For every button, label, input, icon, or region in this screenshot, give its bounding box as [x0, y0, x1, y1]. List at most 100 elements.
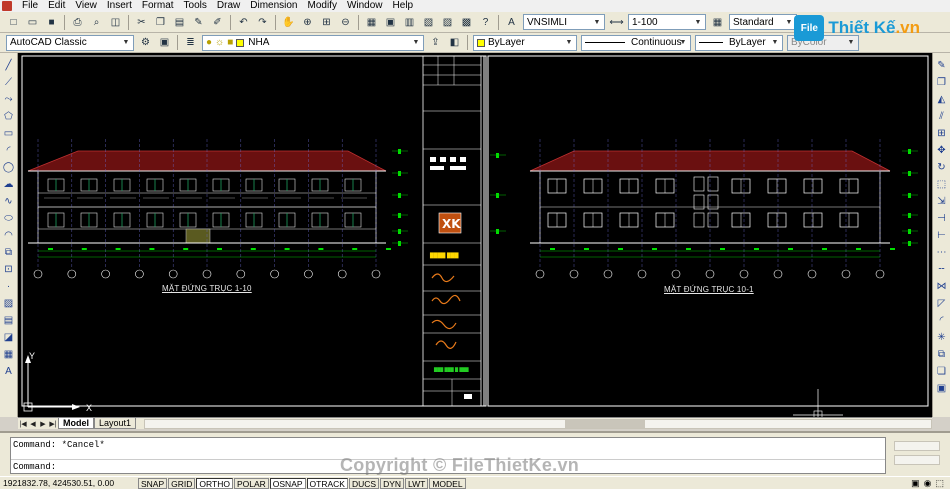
zoom-previous-icon[interactable]: ⊖	[337, 14, 354, 31]
ellipse-icon[interactable]: ⬭	[1, 211, 16, 225]
drawing-area[interactable]: XK ████ ███ ███ ███ █ ███ MẶT ĐỨNG TRỤC …	[18, 53, 932, 417]
lwt-toggle[interactable]: LWT	[405, 477, 429, 489]
tool-palettes-icon[interactable]: ▥	[401, 14, 418, 31]
trim-icon[interactable]: ⊣	[934, 211, 949, 225]
block-editor-icon[interactable]: ✐	[209, 14, 226, 31]
otrack-toggle[interactable]: OTRACK	[306, 477, 348, 489]
sheet-set-icon[interactable]: ▧	[420, 14, 437, 31]
multiline-text-icon[interactable]: A	[1, 364, 16, 378]
spline-icon[interactable]: ∿	[1, 194, 16, 208]
erase-icon[interactable]: ✎	[934, 58, 949, 72]
publish-icon[interactable]: ◫	[107, 14, 124, 31]
tab-model[interactable]: Model	[58, 418, 94, 429]
autocad-app-icon[interactable]	[2, 1, 12, 11]
color-select[interactable]: ByLayer ▼	[473, 34, 577, 51]
osnap-toggle[interactable]: OSNAP	[269, 477, 306, 489]
menu-draw[interactable]: Draw	[212, 0, 245, 12]
menu-insert[interactable]: Insert	[102, 0, 137, 12]
line-icon[interactable]: ╱	[1, 58, 16, 72]
last-tab-icon[interactable]: ▶|	[48, 419, 58, 429]
point-icon[interactable]: ·	[1, 279, 16, 293]
draworder-icon[interactable]: ⧉	[934, 347, 949, 361]
first-tab-icon[interactable]: |◀	[18, 419, 28, 429]
menu-file[interactable]: File	[17, 0, 43, 12]
break-at-point-icon[interactable]: ⋯	[934, 245, 949, 259]
paste-icon[interactable]: ▤	[171, 14, 188, 31]
region-icon[interactable]: ◪	[1, 330, 16, 344]
open-file-icon[interactable]: ▭	[24, 14, 41, 31]
lock-icon[interactable]: ▣	[911, 478, 920, 489]
layer-previous-icon[interactable]: ◧	[446, 34, 463, 51]
polyline-icon[interactable]: ⤳	[1, 92, 16, 106]
extend-icon[interactable]: ⊢	[934, 228, 949, 242]
redo-icon[interactable]: ↷	[254, 14, 271, 31]
rectangle-icon[interactable]: ▭	[1, 126, 16, 140]
scrollbar-track[interactable]	[894, 441, 940, 451]
plot-icon[interactable]: ⎙	[69, 14, 86, 31]
mirror-icon[interactable]: ◭	[934, 92, 949, 106]
ortho-toggle[interactable]: ORTHO	[196, 477, 233, 489]
scrollbar-thumb[interactable]	[565, 419, 646, 428]
clean-screen-icon[interactable]: ⬚	[935, 478, 944, 489]
menu-window[interactable]: Window	[342, 0, 388, 12]
fillet-icon[interactable]: ◜	[934, 313, 949, 327]
menu-dimension[interactable]: Dimension	[245, 0, 302, 12]
menu-edit[interactable]: Edit	[43, 0, 70, 12]
stretch-icon[interactable]: ⇲	[934, 194, 949, 208]
make-block-icon[interactable]: ⊡	[1, 262, 16, 276]
gradient-icon[interactable]: ▤	[1, 313, 16, 327]
calculator-icon[interactable]: ▩	[458, 14, 475, 31]
lock-ui-icon[interactable]: ▣	[156, 34, 173, 51]
menu-help[interactable]: Help	[388, 0, 419, 12]
lineweight-select[interactable]: ByLayer ▼	[695, 34, 783, 51]
menu-format[interactable]: Format	[137, 0, 179, 12]
prev-tab-icon[interactable]: ◀	[28, 419, 38, 429]
snap-toggle[interactable]: SNAP	[138, 477, 168, 489]
layer-select[interactable]: ● ☼ ■ NHA ▼	[202, 34, 424, 51]
linetype-select[interactable]: Continuous ▼	[581, 34, 691, 51]
match-properties-icon[interactable]: ✎	[190, 14, 207, 31]
join-icon[interactable]: ⋈	[934, 279, 949, 293]
break-icon[interactable]: ╌	[934, 262, 949, 276]
layer-stack-icon[interactable]: ❏	[934, 364, 949, 378]
copy-object-icon[interactable]: ❐	[934, 75, 949, 89]
zoom-realtime-icon[interactable]: ⊕	[299, 14, 316, 31]
array-icon[interactable]: ⊞	[934, 126, 949, 140]
menu-view[interactable]: View	[70, 0, 102, 12]
revision-cloud-icon[interactable]: ☁	[1, 177, 16, 191]
zoom-window-icon[interactable]: ⊞	[318, 14, 335, 31]
table-icon[interactable]: ▦	[1, 347, 16, 361]
scale-icon[interactable]: ⬚	[934, 177, 949, 191]
workspace-settings-icon[interactable]: ⚙	[137, 34, 154, 51]
move-icon[interactable]: ✥	[934, 143, 949, 157]
undo-icon[interactable]: ↶	[235, 14, 252, 31]
polar-toggle[interactable]: POLAR	[233, 477, 269, 489]
explode-icon[interactable]: ✳	[934, 330, 949, 344]
construction-line-icon[interactable]: ⟋	[1, 75, 16, 89]
model-toggle[interactable]: MODEL	[429, 477, 466, 489]
layer-manager-icon[interactable]: ≣	[182, 34, 199, 51]
design-center-icon[interactable]: ▣	[382, 14, 399, 31]
workspace-select[interactable]: AutoCAD Classic ▼	[6, 34, 134, 51]
dyn-toggle[interactable]: DYN	[380, 477, 405, 489]
cut-icon[interactable]: ✂	[133, 14, 150, 31]
horizontal-scrollbar[interactable]	[144, 418, 932, 429]
circle-icon[interactable]: ◯	[1, 160, 16, 174]
hatch-icon[interactable]: ▨	[1, 296, 16, 310]
arc-icon[interactable]: ◜	[1, 143, 16, 157]
menu-modify[interactable]: Modify	[303, 0, 342, 12]
insert-block-icon[interactable]: ⧉	[1, 245, 16, 259]
plot-preview-icon[interactable]: ⌕	[88, 14, 105, 31]
polygon-icon[interactable]: ⬠	[1, 109, 16, 123]
save-icon[interactable]: ■	[43, 14, 60, 31]
offset-icon[interactable]: ⫽	[934, 109, 949, 123]
table-style-select[interactable]: Standard ▼	[729, 14, 797, 30]
tab-layout1[interactable]: Layout1	[94, 418, 137, 429]
command-scrollbar[interactable]	[894, 441, 946, 471]
help-icon[interactable]: ?	[477, 14, 494, 31]
new-file-icon[interactable]: □	[5, 14, 22, 31]
text-style-select[interactable]: VNSIMLI ▼	[523, 14, 605, 30]
properties-icon[interactable]: ▦	[363, 14, 380, 31]
pan-icon[interactable]: ✋	[280, 14, 297, 31]
markup-icon[interactable]: ▨	[439, 14, 456, 31]
